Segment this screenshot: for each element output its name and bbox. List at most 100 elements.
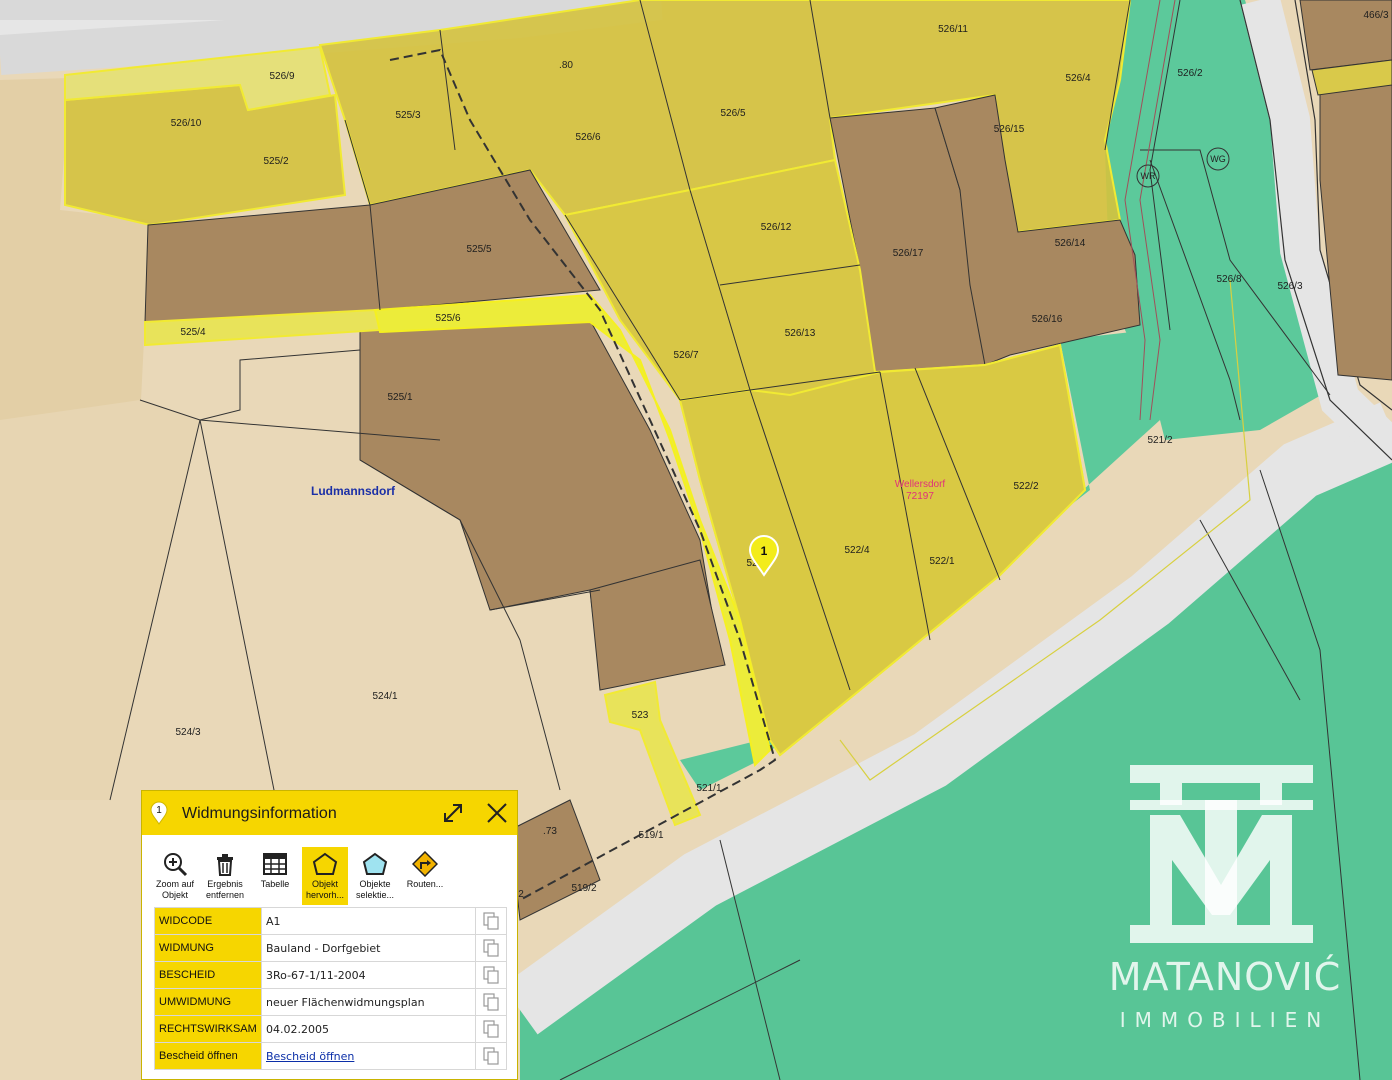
parcel-label: 526/13 [785,328,816,339]
trash-icon [217,854,233,876]
brand-subtitle: IMMOBILIEN [1119,1008,1331,1032]
panel-toolbar: Zoom auf Objekt Ergebnis entfernen Tabel… [152,847,507,907]
zoning-info-panel: 1 Widmungsinformation Zoom auf Objekt Er… [141,790,518,1080]
parcel-label: 466/3 [1363,10,1388,21]
copy-icon [483,966,499,984]
parcel-label: 522/1 [929,556,954,567]
expand-icon[interactable] [442,802,464,824]
row-value: 3Ro-67-1/11-2004 [261,961,476,989]
parcel-label: 522/2 [1013,481,1038,492]
parcel-label: 526/17 [893,248,924,259]
row-key: BESCHEID [154,961,262,989]
parcel-label: 524/3 [175,727,200,738]
table-row: WIDCODE A1 [154,907,507,935]
parcel-label: 526/8 [1216,274,1241,285]
row-value: Bauland - Dorfgebiet [261,934,476,962]
remove-result-button[interactable]: Ergebnis entfernen [202,847,248,905]
table-button[interactable]: Tabelle [252,847,298,905]
table-row: RECHTSWIRKSAM 04.02.2005 [154,1015,507,1043]
parcel-label: 519/1 [638,830,663,841]
brand-watermark: MATANOVIĆ IMMOBILIEN [1100,765,1350,1035]
zone-symbol-wg-label: WG [1210,154,1226,164]
copy-button[interactable] [475,934,507,962]
open-decision-link[interactable]: Bescheid öffnen [266,1050,354,1063]
copy-icon [483,1020,499,1038]
parcel-label: 525/3 [395,110,420,121]
parcel-label: 526/4 [1065,73,1090,84]
copy-icon [483,912,499,930]
location-marker-number: 1 [761,544,768,558]
parcel-label: 525/1 [387,392,412,403]
parcel-label: 526/14 [1055,238,1086,249]
marker-badge-icon: 1 [150,801,168,825]
parcel-label: 526/10 [171,118,202,129]
parcel-label: 521/2 [1147,435,1172,446]
row-key: UMWIDMUNG [154,988,262,1016]
parcel-label: 519/2 [571,883,596,894]
zoom-in-icon [164,853,188,877]
highlight-object-button[interactable]: Objekt hervorh... [302,847,348,905]
panel-header: 1 Widmungsinformation [142,791,517,835]
select-polygon-icon [362,852,388,875]
tool-label: Tabelle [260,879,290,889]
parcel-label: 522/4 [844,545,869,556]
row-key: RECHTSWIRKSAM [154,1015,262,1043]
copy-button[interactable] [475,988,507,1016]
close-icon[interactable] [485,801,509,825]
table-row: BESCHEID 3Ro-67-1/11-2004 [154,961,507,989]
parcel-label: 526/15 [994,124,1025,135]
parcel-label: 2 [518,889,524,900]
parcel-label: 525/6 [435,313,460,324]
row-key: Bescheid öffnen [154,1042,262,1070]
copy-button[interactable] [475,1042,507,1070]
brand-name: MATANOVIĆ [1108,955,1342,999]
zoom-to-object-button[interactable]: Zoom auf Objekt [152,847,198,905]
tool-label: Routen... [406,879,444,889]
parcel-label: 525/2 [263,156,288,167]
info-table: WIDCODE A1 WIDMUNG Bauland - Dorfgebiet … [154,907,507,1070]
route-button[interactable]: Routen... [402,847,448,905]
parcel-label: .73 [543,826,557,837]
table-icon [263,853,287,875]
copy-icon [483,939,499,957]
tool-label: Objekte selektie... [355,879,395,900]
parcel-label: 526/7 [673,350,698,361]
parcel-label: 526/3 [1277,281,1302,292]
parcel-label: .80 [559,60,573,71]
copy-button[interactable] [475,961,507,989]
row-value: A1 [261,907,476,935]
zone-symbol-wr-label: WR [1141,171,1156,181]
copy-button[interactable] [475,907,507,935]
highlight-polygon-icon [312,852,338,875]
row-key: WIDCODE [154,907,262,935]
route-icon [412,851,438,877]
place-label-wellersdorf: Wellersdorf [895,479,946,490]
table-row: WIDMUNG Bauland - Dorfgebiet [154,934,507,962]
tool-label: Objekt hervorh... [305,879,345,900]
parcel-label: 526/12 [761,222,792,233]
parcel-label: 523 [632,710,649,721]
parcel-label: 525/5 [466,244,491,255]
parcel-label: 526/9 [269,71,294,82]
parcel-label: 526/11 [938,24,968,35]
parcel-label: 525/4 [180,327,205,338]
parcel-label: 521/1 [696,783,721,794]
place-code-wellersdorf: 72197 [906,491,934,502]
copy-button[interactable] [475,1015,507,1043]
tool-label: Zoom auf Objekt [155,879,195,900]
panel-title: Widmungsinformation [182,805,337,822]
select-objects-button[interactable]: Objekte selektie... [352,847,398,905]
row-value: Bescheid öffnen [261,1042,476,1070]
copy-icon [483,1047,499,1065]
parcel-label: 526/16 [1032,314,1063,325]
row-value: 04.02.2005 [261,1015,476,1043]
table-row: UMWIDMUNG neuer Flächenwidmungsplan [154,988,507,1016]
tool-label: Ergebnis entfernen [205,879,245,900]
row-value: neuer Flächenwidmungsplan [261,988,476,1016]
parcel-label: 526/6 [575,132,600,143]
parcel-label: 526/5 [720,108,745,119]
place-label-ludmannsdorf: Ludmannsdorf [311,484,396,498]
brand-logo [1130,765,1313,943]
copy-icon [483,993,499,1011]
row-key: WIDMUNG [154,934,262,962]
